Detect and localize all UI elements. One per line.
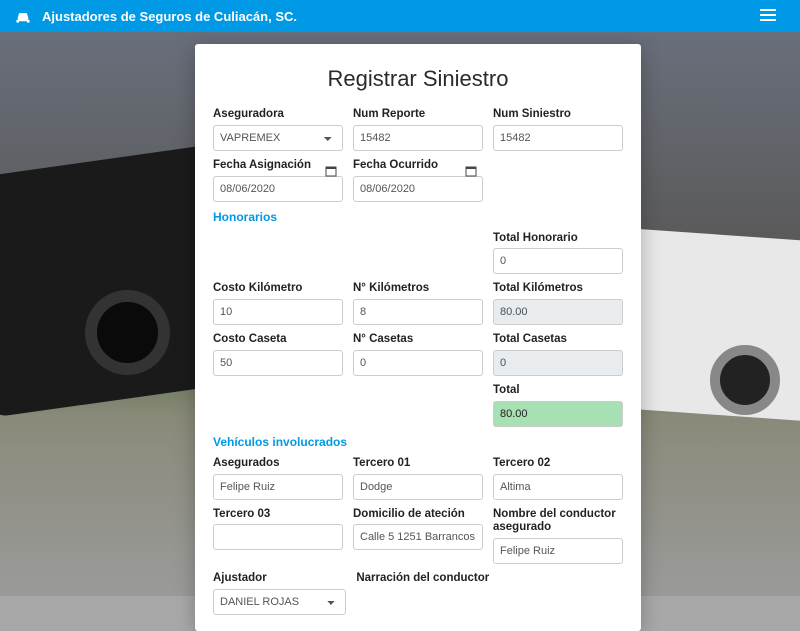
aseguradora-select[interactable]: VAPREMEX	[213, 125, 343, 151]
conductor-asegurado-input[interactable]	[493, 538, 623, 564]
asegurados-label: Asegurados	[213, 457, 343, 471]
costo-caseta-label: Costo Caseta	[213, 333, 343, 347]
num-siniestro-input[interactable]	[493, 125, 623, 151]
total-honorario-label: Total Honorario	[493, 232, 623, 246]
domicilio-input[interactable]	[353, 524, 483, 550]
n-casetas-input[interactable]	[353, 350, 483, 376]
costo-caseta-input[interactable]	[213, 350, 343, 376]
tercero01-input[interactable]	[353, 474, 483, 500]
vehiculos-heading: Vehículos involucrados	[213, 435, 623, 449]
hamburger-menu-icon[interactable]	[760, 9, 786, 24]
ajustador-label: Ajustador	[213, 572, 346, 586]
n-casetas-label: N° Casetas	[353, 333, 483, 347]
tercero02-input[interactable]	[493, 474, 623, 500]
aseguradora-label: Aseguradora	[213, 108, 343, 122]
honorarios-heading: Honorarios	[213, 210, 623, 224]
conductor-asegurado-label: Nombre del conductor asegurado	[493, 508, 623, 536]
total-casetas-output	[493, 350, 623, 376]
app-title: Ajustadores de Seguros de Culiacán, SC.	[42, 9, 297, 24]
fecha-asignacion-input[interactable]	[213, 176, 343, 202]
total-honorario-input[interactable]	[493, 248, 623, 274]
total-km-label: Total Kilómetros	[493, 282, 623, 296]
asegurados-input[interactable]	[213, 474, 343, 500]
fecha-ocurrido-input[interactable]	[353, 176, 483, 202]
n-km-label: N° Kilómetros	[353, 282, 483, 296]
car-icon	[14, 9, 32, 23]
total-casetas-label: Total Casetas	[493, 333, 623, 347]
domicilio-label: Domicilio de ateción	[353, 508, 483, 522]
fecha-ocurrido-label: Fecha Ocurrido	[353, 159, 483, 173]
costo-km-input[interactable]	[213, 299, 343, 325]
num-reporte-label: Num Reporte	[353, 108, 483, 122]
ajustador-select[interactable]: DANIEL ROJAS	[213, 589, 346, 615]
tercero03-input[interactable]	[213, 524, 343, 550]
top-navbar: Ajustadores de Seguros de Culiacán, SC.	[0, 0, 800, 32]
fecha-asignacion-label: Fecha Asignación	[213, 159, 343, 173]
total-output	[493, 401, 623, 427]
total-label: Total	[493, 384, 623, 398]
register-claim-form: Registrar Siniestro Aseguradora VAPREMEX…	[195, 44, 641, 631]
n-km-input[interactable]	[353, 299, 483, 325]
total-km-output	[493, 299, 623, 325]
tercero03-label: Tercero 03	[213, 508, 343, 522]
costo-km-label: Costo Kilómetro	[213, 282, 343, 296]
num-reporte-input[interactable]	[353, 125, 483, 151]
narracion-label: Narración del conductor	[356, 572, 623, 586]
tercero02-label: Tercero 02	[493, 457, 623, 471]
tercero01-label: Tercero 01	[353, 457, 483, 471]
num-siniestro-label: Num Siniestro	[493, 108, 623, 122]
form-title: Registrar Siniestro	[213, 66, 623, 92]
